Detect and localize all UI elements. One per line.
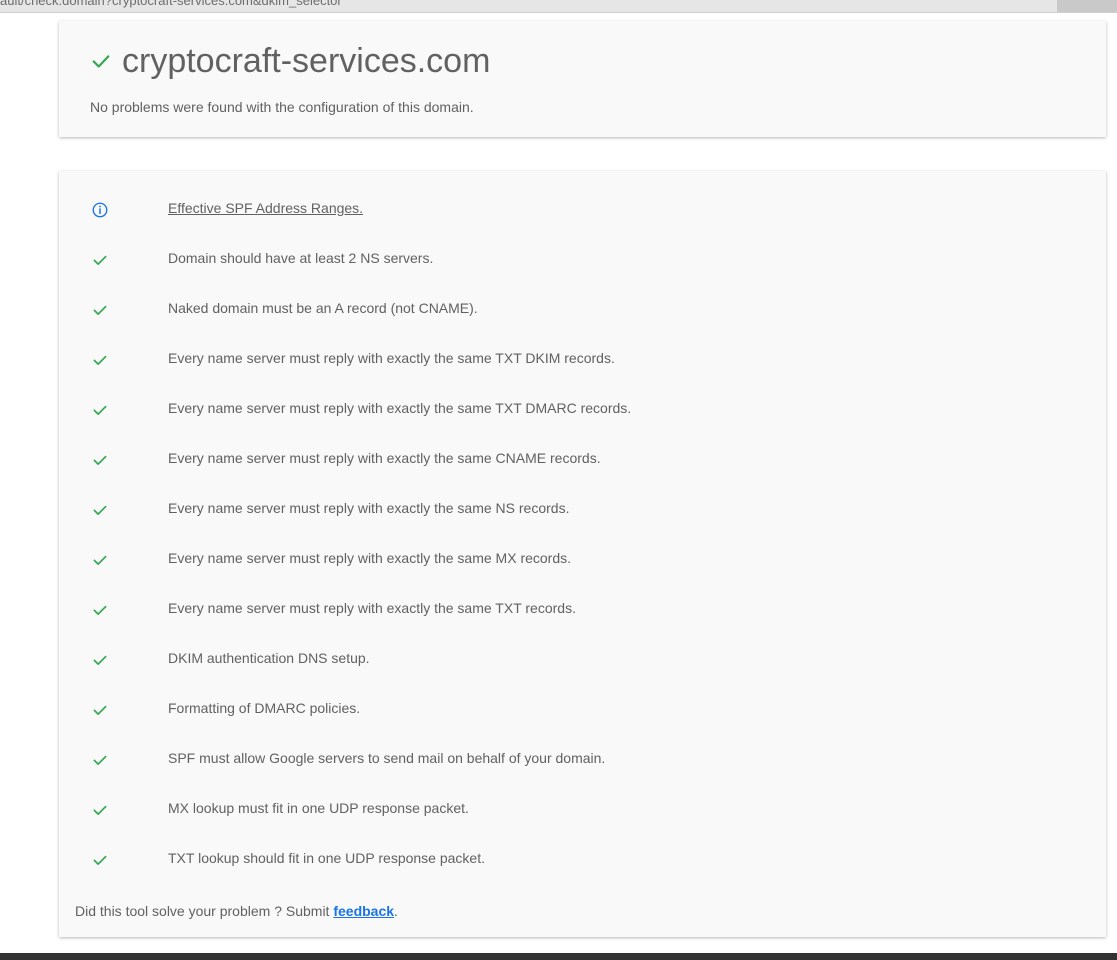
result-text: Formatting of DMARC policies. [168, 700, 361, 716]
result-text: SPF must allow Google servers to send ma… [168, 750, 606, 766]
result-text: DKIM authentication DNS setup. [168, 650, 370, 666]
result-row: MX lookup must fit in one UDP response p… [59, 785, 1106, 835]
check-icon [93, 805, 107, 815]
result-row: Every name server must reply with exactl… [59, 535, 1106, 585]
domain-summary-card: cryptocraft-services.com No problems wer… [59, 21, 1106, 137]
results-card: Effective SPF Address Ranges. Domain shou… [59, 171, 1106, 937]
result-row: DKIM authentication DNS setup. [59, 635, 1106, 685]
summary-message: No problems were found with the configur… [90, 99, 474, 115]
result-row: Every name server must reply with exactl… [59, 435, 1106, 485]
feedback-link[interactable]: feedback [333, 903, 394, 919]
result-text: Every name server must reply with exactl… [168, 600, 576, 616]
result-row: Formatting of DMARC policies. [59, 685, 1106, 735]
check-icon [93, 355, 107, 365]
feedback-suffix: . [394, 903, 398, 919]
check-icon [93, 555, 107, 565]
result-text: Domain should have at least 2 NS servers… [168, 250, 434, 266]
spf-ranges-link[interactable]: Effective SPF Address Ranges. [168, 200, 363, 216]
result-row: Every name server must reply with exactl… [59, 335, 1106, 385]
horizontal-scrollbar[interactable] [1057, 0, 1117, 12]
result-row: Effective SPF Address Ranges. [59, 185, 1106, 235]
result-row: Domain should have at least 2 NS servers… [59, 235, 1106, 285]
result-text: Every name server must reply with exactl… [168, 500, 570, 516]
result-row: Every name server must reply with exactl… [59, 485, 1106, 535]
result-text: Every name server must reply with exactl… [168, 550, 572, 566]
check-icon [92, 55, 110, 68]
result-row: Every name server must reply with exactl… [59, 585, 1106, 635]
result-row: TXT lookup should fit in one UDP respons… [59, 835, 1106, 885]
feedback-prefix: Did this tool solve your problem ? Submi… [75, 903, 334, 919]
result-row: Every name server must reply with exactl… [59, 385, 1106, 435]
result-text: Every name server must reply with exactl… [168, 350, 615, 366]
feedback-note: Did this tool solve your problem ? Submi… [75, 903, 398, 919]
info-icon [92, 202, 108, 218]
domain-title: cryptocraft-services.com [122, 42, 491, 80]
check-icon [93, 755, 107, 765]
result-row: Naked domain must be an A record (not CN… [59, 285, 1106, 335]
check-icon [93, 705, 107, 715]
address-bar-url[interactable]: ault/check.domain?cryptocraft-services.c… [0, 0, 342, 8]
check-icon [93, 255, 107, 265]
result-row: SPF must allow Google servers to send ma… [59, 735, 1106, 785]
check-icon [93, 505, 107, 515]
result-text: Every name server must reply with exactl… [168, 400, 632, 416]
check-icon [93, 855, 107, 865]
check-icon [93, 305, 107, 315]
bottom-bar [0, 953, 1117, 960]
browser-address-strip: ault/check.domain?cryptocraft-services.c… [0, 0, 1117, 13]
result-text: Every name server must reply with exactl… [168, 450, 601, 466]
check-icon [93, 455, 107, 465]
result-text: Naked domain must be an A record (not CN… [168, 300, 478, 316]
check-icon [93, 605, 107, 615]
check-icon [93, 655, 107, 665]
result-text: TXT lookup should fit in one UDP respons… [168, 850, 485, 866]
result-text: MX lookup must fit in one UDP response p… [168, 800, 469, 816]
check-icon [93, 405, 107, 415]
